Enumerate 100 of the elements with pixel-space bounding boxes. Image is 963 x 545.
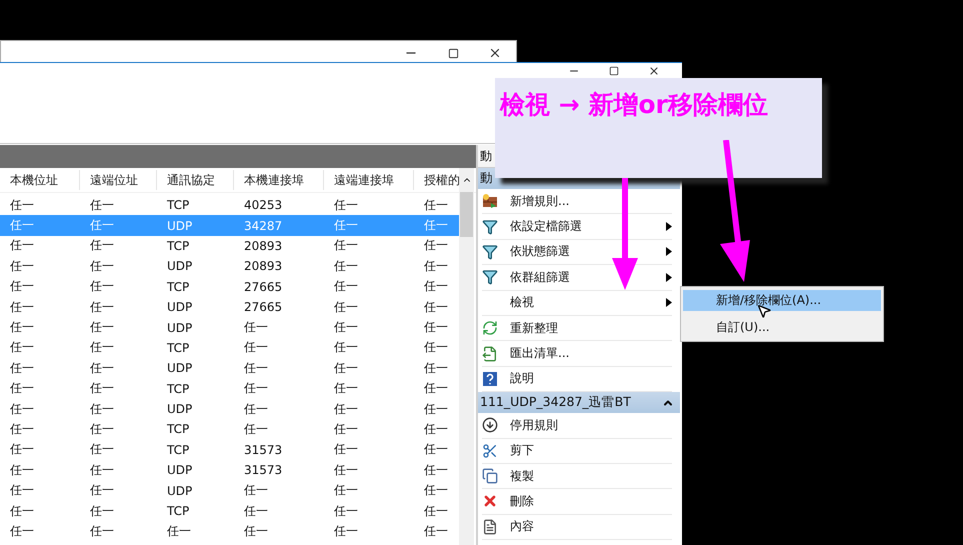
table-cell-text: 任一 xyxy=(333,441,359,458)
column-header[interactable]: 通訊協定 xyxy=(157,170,234,190)
table-cell-text: 任一 xyxy=(333,522,359,540)
action-item[interactable]: 新增規則... xyxy=(482,189,672,214)
table-cell-text: 31573 xyxy=(243,442,284,457)
table-cell-text: 任一 xyxy=(333,237,359,254)
table-cell-text: 任一 xyxy=(9,196,35,214)
menu-item[interactable]: 自訂(U)... xyxy=(683,317,881,338)
table-cell-text: 任一 xyxy=(89,380,115,398)
table-row[interactable]: 任一 任一 UDP 任一 任一 任一 xyxy=(0,317,460,338)
table-cell-text: 任一 xyxy=(9,420,35,438)
section-title: 111_UDP_34287_迅雷BT xyxy=(480,394,631,412)
table-row[interactable]: 任一 任一 UDP 任一 任一 任一 xyxy=(0,358,460,379)
table-cell-text: 任一 xyxy=(333,360,359,377)
table-cell-text: 任一 xyxy=(9,482,35,500)
table-row[interactable]: 任一 任一 TCP 任一 任一 任一 xyxy=(0,338,460,358)
column-header[interactable]: 本機位址 xyxy=(0,170,80,190)
table-row[interactable]: 任一 任一 TCP 任一 任一 任一 xyxy=(0,500,460,522)
table-cell-text: 任一 xyxy=(423,380,449,398)
table-cell-text: 27665 xyxy=(243,300,284,314)
table-cell-text: 任一 xyxy=(9,462,35,479)
table-cell-text: 任一 xyxy=(333,400,359,418)
table-cell-text: 任一 xyxy=(423,278,449,296)
table-row[interactable]: 任一 任一 UDP 任一 任一 任一 xyxy=(0,398,460,420)
table-cell-text: 任一 xyxy=(9,380,35,398)
action-item[interactable]: 依設定檔篩選 xyxy=(482,214,672,240)
table-cell-text: 任一 xyxy=(9,502,35,520)
table-row[interactable]: 任一 任一 TCP 任一 任一 任一 xyxy=(0,419,460,440)
action-item[interactable]: 匯出清單... xyxy=(482,341,672,367)
section-title: 動 xyxy=(480,170,493,187)
table-cell-text: UDP xyxy=(166,300,194,314)
table-cell-text: TCP xyxy=(166,198,190,212)
menu-item[interactable]: 新增/移除欄位(A)... xyxy=(683,290,881,311)
table-row[interactable]: 任一 任一 UDP 任一 任一 任一 xyxy=(0,480,460,501)
table-cell-text: 任一 xyxy=(89,482,115,500)
table-row[interactable]: 任一 任一 TCP 31573 任一 任一 xyxy=(0,440,460,460)
action-item[interactable]: 停用規則 xyxy=(482,413,672,439)
table-cell-text: 任一 xyxy=(333,217,359,234)
table-cell-text: 任一 xyxy=(89,319,115,336)
table-row[interactable]: 任一 任一 TCP 任一 任一 任一 xyxy=(0,378,460,399)
disable-icon xyxy=(482,417,498,434)
close-icon xyxy=(648,64,660,76)
table-row[interactable]: 任一 任一 UDP 20893 任一 任一 xyxy=(0,256,460,277)
table-cell-text: 任一 xyxy=(243,482,269,500)
table-cell-text: 任一 xyxy=(333,482,359,500)
table-cell-text: 任一 xyxy=(333,502,359,520)
table-cell-text: 任一 xyxy=(423,522,449,540)
column-header[interactable]: 遠端連接埠 xyxy=(324,170,414,190)
action-item[interactable]: 刪除 xyxy=(482,489,672,515)
copy-icon xyxy=(482,468,498,484)
scrollbar[interactable] xyxy=(459,168,474,545)
properties-icon xyxy=(482,518,498,535)
table-cell-text: 任一 xyxy=(243,502,269,520)
table-cell-text: 任一 xyxy=(423,482,449,500)
section-header[interactable]: 111_UDP_34287_迅雷BT xyxy=(478,392,680,414)
table-cell-text: 任一 xyxy=(423,319,449,336)
table-cell-text: 任一 xyxy=(333,278,359,296)
action-item[interactable]: 內容 xyxy=(482,514,672,540)
table-row[interactable]: 任一 任一 TCP 20893 任一 任一 xyxy=(0,236,460,256)
column-header[interactable]: 本機連接埠 xyxy=(234,170,324,190)
table-cell-text: 任一 xyxy=(89,278,115,296)
table-cell-text: 任一 xyxy=(333,380,359,398)
table-cell-text: 任一 xyxy=(243,380,269,398)
table-cell-text: 任一 xyxy=(9,339,35,356)
close-icon xyxy=(488,46,502,60)
table-cell-text: TCP xyxy=(166,382,190,396)
table-cell-text: 任一 xyxy=(89,298,115,316)
table-row[interactable]: 任一 任一 TCP 40253 任一 任一 xyxy=(0,195,460,216)
table-cell-text: 任一 xyxy=(9,441,35,458)
column-header[interactable]: 遠端位址 xyxy=(80,170,157,190)
table-row[interactable]: 任一 任一 任一 任一 任一 任一 xyxy=(0,521,460,542)
filter-icon xyxy=(482,218,498,235)
table-cell-text: 任一 xyxy=(89,441,115,458)
action-item[interactable]: 檢視 xyxy=(482,290,672,316)
table-cell-text: 任一 xyxy=(333,298,359,316)
table-cell-text: 任一 xyxy=(166,522,192,540)
brick-wall-icon xyxy=(482,193,498,210)
table-cell-text: 任一 xyxy=(89,360,115,377)
table-cell-text: 任一 xyxy=(89,237,115,254)
callout-text: 檢視 → 新增or移除欄位 xyxy=(500,89,768,121)
table-cell-text: UDP xyxy=(166,320,194,335)
maximize-icon xyxy=(448,48,458,58)
table-cell-text: 任一 xyxy=(423,258,449,275)
table-cell-text: 20893 xyxy=(243,238,284,253)
table-row[interactable]: 任一 任一 TCP 27665 任一 任一 xyxy=(0,276,460,297)
table-cell-text: 任一 xyxy=(423,441,449,458)
export-icon xyxy=(482,346,498,362)
maximize-icon xyxy=(609,66,619,76)
table-cell-text: 任一 xyxy=(9,258,35,275)
table-row[interactable]: 任一 任一 UDP 27665 任一 任一 xyxy=(0,296,460,318)
scrollbar-thumb[interactable] xyxy=(460,192,473,237)
table-cell-text: 任一 xyxy=(9,278,35,296)
table-row[interactable]: 任一 任一 UDP 31573 任一 任一 xyxy=(0,460,460,480)
action-item[interactable]: 重新整理 xyxy=(482,316,672,342)
action-item[interactable]: 複製 xyxy=(482,464,672,490)
table-cell-text: TCP xyxy=(166,280,190,294)
action-item[interactable]: 剪下 xyxy=(482,438,672,464)
refresh-icon xyxy=(482,320,498,336)
table-cell-text: 任一 xyxy=(9,400,35,418)
table-cell-text: 任一 xyxy=(423,339,449,356)
